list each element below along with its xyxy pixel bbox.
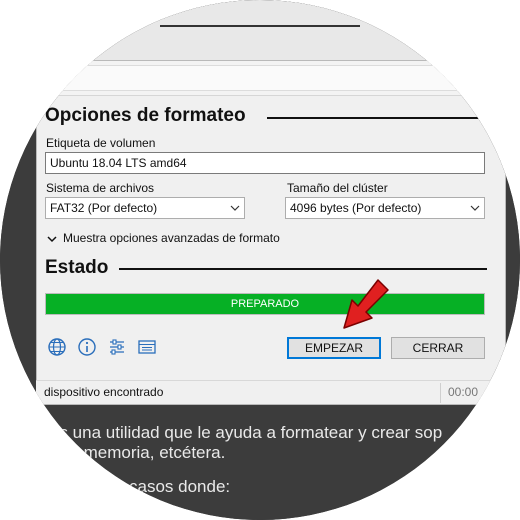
globe-icon[interactable] (47, 337, 67, 357)
chevron-down-icon (470, 205, 480, 211)
filesystem-value: FAT32 (Por defecto) (50, 201, 158, 215)
advanced-format-toggle[interactable]: Muestra opciones avanzadas de formato (47, 231, 280, 245)
background-text-line-3: te útil en casos donde: (60, 477, 231, 496)
format-options-rule (267, 117, 487, 119)
format-options-title: Opciones de formateo (45, 105, 246, 126)
advanced-format-label: Muestra opciones avanzadas de formato (63, 231, 280, 245)
filesystem-caption: Sistema de archivos (46, 181, 155, 195)
progress-text: PREPARADO (230, 298, 300, 310)
cluster-size-select[interactable]: 4096 bytes (Por defecto) (285, 197, 485, 219)
window-top-field (47, 65, 477, 91)
progress-bar: PREPARADO (45, 293, 485, 315)
cluster-size-caption: Tamaño del clúster (287, 181, 388, 195)
chevron-down-icon (230, 205, 240, 211)
status-rule (119, 268, 487, 270)
background-text-line-1: es una utilidad que le ayuda a formatear… (50, 423, 443, 442)
close-button[interactable]: CERRAR (391, 337, 485, 359)
chevron-down-icon (47, 236, 57, 242)
settings-sliders-icon[interactable] (107, 337, 127, 357)
pointer-arrow-icon (343, 279, 389, 329)
background-text-line-2: de memoria, etcétera. (60, 443, 226, 462)
status-separator (440, 383, 441, 403)
circular-crop: es una utilidad que le ayuda a formatear… (0, 0, 520, 520)
volume-label-caption: Etiqueta de volumen (46, 136, 156, 150)
top-window-strip (0, 0, 520, 64)
log-icon[interactable] (137, 337, 157, 357)
top-divider (160, 25, 360, 27)
status-bar: dispositivo encontrado 00:00 (36, 380, 506, 404)
window-top-band (37, 61, 505, 96)
status-title: Estado (45, 257, 109, 278)
info-icon[interactable] (77, 337, 97, 357)
rufus-window: Opciones de formateo Etiqueta de volumen… (36, 60, 506, 405)
filesystem-select[interactable]: FAT32 (Por defecto) (45, 197, 245, 219)
cluster-size-value: 4096 bytes (Por defecto) (290, 201, 422, 215)
status-text: dispositivo encontrado (44, 385, 164, 399)
volume-label-input[interactable]: Ubuntu 18.04 LTS amd64 (45, 152, 485, 174)
start-button[interactable]: EMPEZAR (287, 337, 381, 359)
status-timer: 00:00 (448, 385, 479, 399)
